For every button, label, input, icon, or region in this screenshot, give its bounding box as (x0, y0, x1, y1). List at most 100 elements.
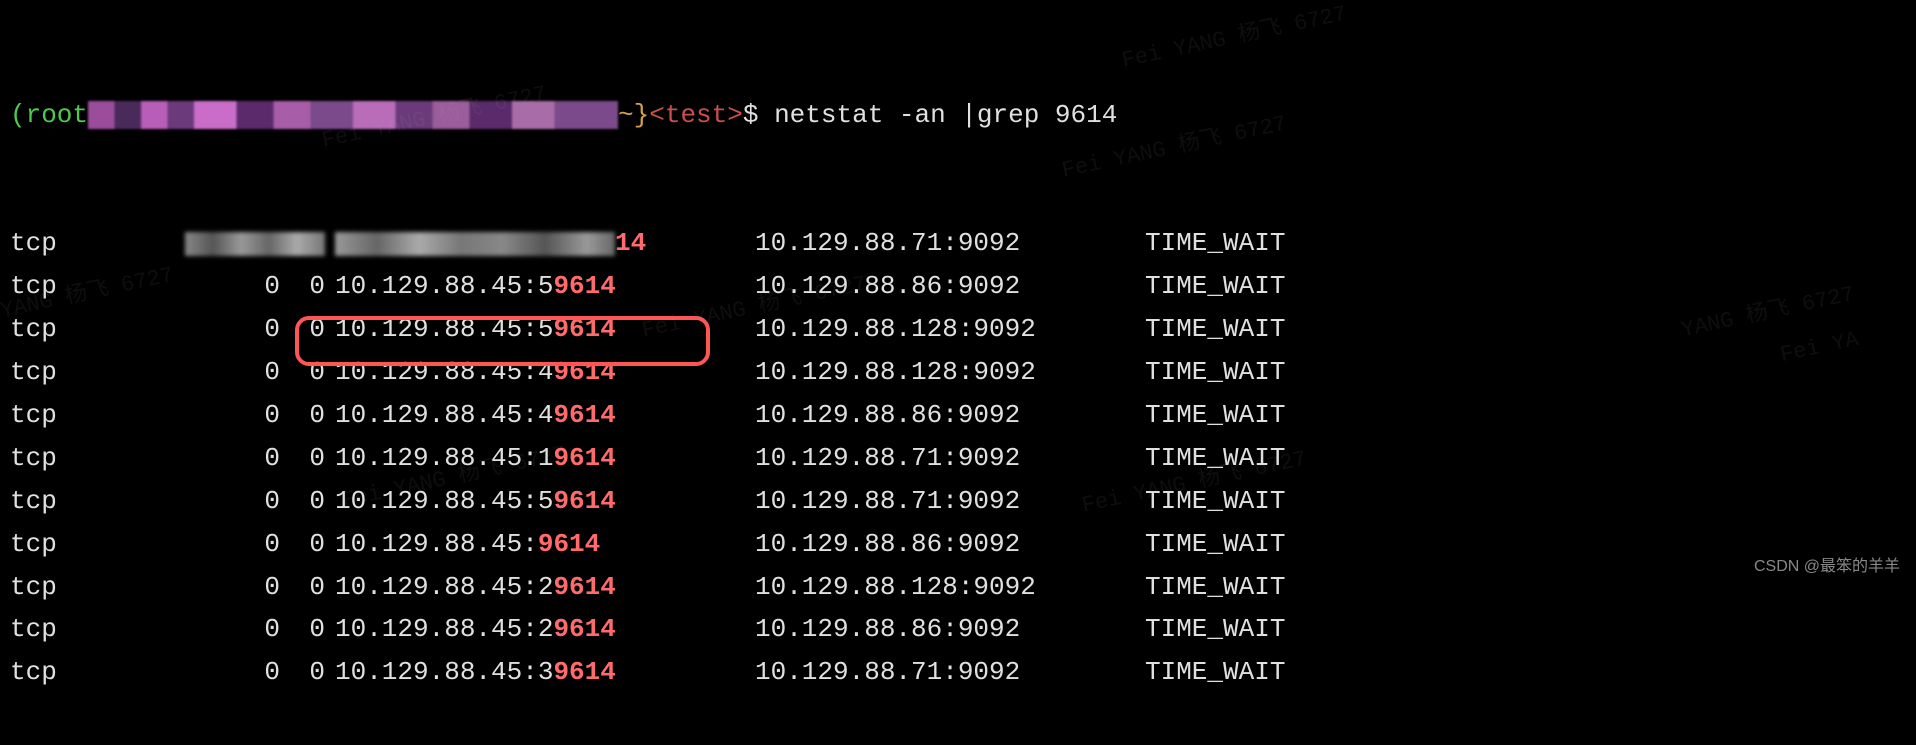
proto-cell: tcp (10, 351, 185, 394)
recv-cell: 0 (185, 394, 280, 437)
local-addr-prefix: 10.129.88.45: (335, 529, 538, 559)
recv-cell: 0 (185, 437, 280, 480)
foreign-addr-cell: 10.129.88.71:9092 (755, 222, 1145, 265)
grep-match: 9614 (553, 572, 615, 602)
local-addr-cell: 10.129.88.45:39614 (335, 651, 755, 694)
table-row: tcp0010.129.88.45:2961410.129.88.86:9092… (10, 608, 1906, 651)
send-cell: 0 (280, 437, 335, 480)
state-cell: TIME_WAIT (1145, 265, 1285, 308)
foreign-addr-cell: 10.129.88.128:9092 (755, 566, 1145, 609)
local-addr-prefix: 10.129.88.45:2 (335, 614, 553, 644)
table-row: tcp0010.129.88.45:4961410.129.88.128:909… (10, 351, 1906, 394)
table-row: tcp0010.129.88.45:3961410.129.88.71:9092… (10, 651, 1906, 694)
send-cell: 0 (280, 566, 335, 609)
local-addr-prefix: 10.129.88.45:5 (335, 314, 553, 344)
proto-cell: tcp (10, 523, 185, 566)
local-addr-prefix: 10.129.88.45:4 (335, 357, 553, 387)
grep-match: 9614 (553, 314, 615, 344)
table-row: tcp0010.129.88.45:5961410.129.88.71:9092… (10, 480, 1906, 523)
local-addr-cell: 10.129.88.45:59614 (335, 265, 755, 308)
table-row: tcp0010.129.88.45:5961410.129.88.128:909… (10, 308, 1906, 351)
local-addr-prefix: 10.129.88.45:3 (335, 657, 553, 687)
recv-cell: 0 (185, 265, 280, 308)
state-cell: TIME_WAIT (1145, 437, 1285, 480)
output-rows: tcp1410.129.88.71:9092TIME_WAITtcp0010.1… (10, 222, 1906, 694)
recv-cell: 0 (185, 351, 280, 394)
table-row: tcp0010.129.88.45:4961410.129.88.86:9092… (10, 394, 1906, 437)
table-row: tcp0010.129.88.45:1961410.129.88.71:9092… (10, 437, 1906, 480)
local-addr-cell: 10.129.88.45:29614 (335, 566, 755, 609)
prompt-env: <test> (649, 94, 743, 137)
local-addr-cell: 10.129.88.45:9614 (335, 523, 755, 566)
send-cell: 0 (280, 523, 335, 566)
grep-match: 9614 (553, 357, 615, 387)
recv-cell: 0 (185, 523, 280, 566)
local-addr-prefix: 10.129.88.45:4 (335, 400, 553, 430)
send-cell: 0 (280, 308, 335, 351)
foreign-addr-cell: 10.129.88.128:9092 (755, 351, 1145, 394)
local-addr-prefix: 10.129.88.45:5 (335, 271, 553, 301)
local-addr-cell: 14 (335, 222, 755, 265)
grep-match: 9614 (553, 271, 615, 301)
proto-cell: tcp (10, 437, 185, 480)
proto-cell: tcp (10, 308, 185, 351)
prompt-user: (root (10, 94, 88, 137)
grep-match: 9614 (538, 529, 600, 559)
prompt-line: (root ~} <test> $ netstat -an |grep 9614 (10, 94, 1906, 137)
local-addr-cell: 10.129.88.45:59614 (335, 308, 755, 351)
table-row: tcp0010.129.88.45:5961410.129.88.86:9092… (10, 265, 1906, 308)
proto-cell: tcp (10, 265, 185, 308)
foreign-addr-cell: 10.129.88.71:9092 (755, 437, 1145, 480)
grep-match: 9614 (553, 657, 615, 687)
foreign-addr-cell: 10.129.88.86:9092 (755, 265, 1145, 308)
terminal-output: (root ~} <test> $ netstat -an |grep 9614… (0, 0, 1916, 745)
foreign-addr-cell: 10.129.88.86:9092 (755, 608, 1145, 651)
state-cell: TIME_WAIT (1145, 480, 1285, 523)
state-cell: TIME_WAIT (1145, 308, 1285, 351)
proto-cell: tcp (10, 222, 185, 265)
state-cell: TIME_WAIT (1145, 351, 1285, 394)
redacted-value (185, 232, 325, 256)
recv-cell: 0 (185, 480, 280, 523)
proto-cell: tcp (10, 566, 185, 609)
table-row: tcp0010.129.88.45:2961410.129.88.128:909… (10, 566, 1906, 609)
recv-cell: 0 (185, 308, 280, 351)
state-cell: TIME_WAIT (1145, 394, 1285, 437)
local-addr-prefix: 10.129.88.45:1 (335, 443, 553, 473)
recv-cell (185, 222, 280, 265)
recv-cell: 0 (185, 651, 280, 694)
send-cell: 0 (280, 608, 335, 651)
state-cell: TIME_WAIT (1145, 222, 1285, 265)
grep-match: 9614 (553, 400, 615, 430)
proto-cell: tcp (10, 608, 185, 651)
attribution-text: CSDN @最笨的羊羊 (1754, 554, 1900, 580)
table-row: tcp0010.129.88.45:961410.129.88.86:9092T… (10, 523, 1906, 566)
grep-match: 9614 (553, 486, 615, 516)
proto-cell: tcp (10, 394, 185, 437)
local-addr-prefix: 10.129.88.45:5 (335, 486, 553, 516)
local-addr-cell: 10.129.88.45:29614 (335, 608, 755, 651)
local-addr-cell: 10.129.88.45:19614 (335, 437, 755, 480)
command-text[interactable]: netstat -an |grep 9614 (774, 94, 1117, 137)
send-cell: 0 (280, 480, 335, 523)
recv-cell: 0 (185, 566, 280, 609)
local-addr-prefix: 10.129.88.45:2 (335, 572, 553, 602)
send-cell: 0 (280, 351, 335, 394)
grep-match: 14 (615, 228, 646, 258)
local-addr-cell: 10.129.88.45:59614 (335, 480, 755, 523)
grep-match: 9614 (553, 614, 615, 644)
foreign-addr-cell: 10.129.88.71:9092 (755, 480, 1145, 523)
redacted-value (335, 232, 615, 256)
proto-cell: tcp (10, 651, 185, 694)
foreign-addr-cell: 10.129.88.86:9092 (755, 523, 1145, 566)
prompt-symbol: $ (743, 94, 774, 137)
proto-cell: tcp (10, 480, 185, 523)
foreign-addr-cell: 10.129.88.128:9092 (755, 308, 1145, 351)
foreign-addr-cell: 10.129.88.71:9092 (755, 651, 1145, 694)
redacted-hostname (88, 101, 618, 129)
state-cell: TIME_WAIT (1145, 523, 1285, 566)
table-row: tcp 14 10.129.88.71:9092TIME_WAIT (10, 222, 1906, 265)
state-cell: TIME_WAIT (1145, 566, 1285, 609)
state-cell: TIME_WAIT (1145, 651, 1285, 694)
local-addr-cell: 10.129.88.45:49614 (335, 394, 755, 437)
